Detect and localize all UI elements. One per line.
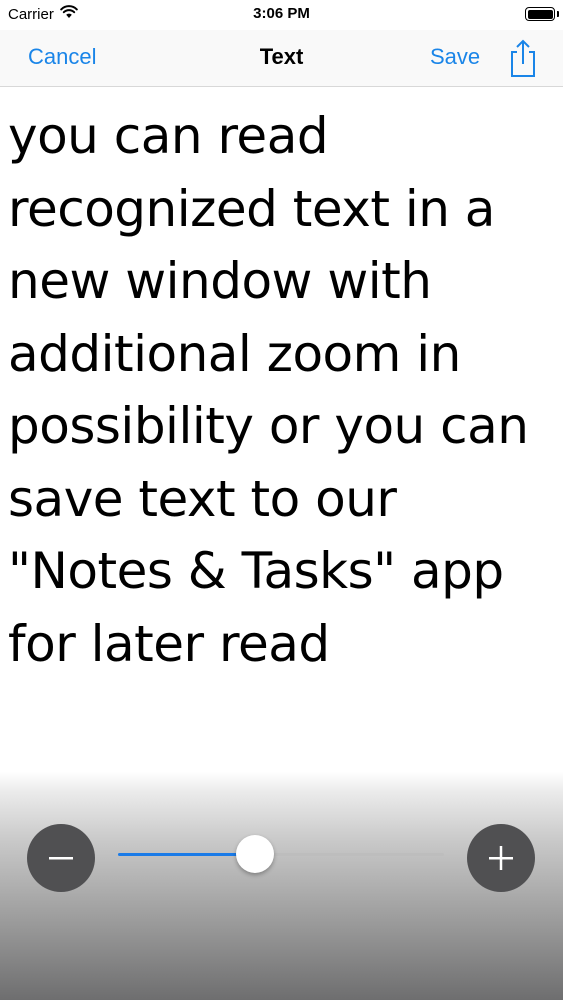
cancel-button[interactable]: Cancel (28, 44, 96, 70)
zoom-slider-thumb[interactable] (235, 835, 274, 873)
share-icon[interactable] (506, 38, 540, 78)
plus-icon (489, 846, 513, 870)
navigation-bar: Cancel Text Save (0, 30, 563, 87)
screen: Carrier 3:06 PM Cancel Text Save you can… (0, 0, 563, 1000)
battery-tip (557, 11, 559, 17)
recognized-text: you can read recognized text in a new wi… (8, 107, 529, 673)
battery-full-icon (525, 7, 555, 21)
zoom-in-button[interactable] (467, 824, 535, 892)
battery-fill (527, 9, 553, 19)
zoom-slider-track[interactable] (118, 853, 444, 856)
minus-icon (49, 857, 73, 860)
text-content: you can read recognized text in a new wi… (8, 100, 555, 680)
status-bar: Carrier 3:06 PM (0, 0, 563, 30)
zoom-out-button[interactable] (27, 824, 95, 892)
save-button[interactable]: Save (430, 44, 480, 70)
status-time: 3:06 PM (253, 5, 310, 22)
zoom-panel (0, 772, 563, 1000)
zoom-slider-fill (118, 853, 255, 856)
